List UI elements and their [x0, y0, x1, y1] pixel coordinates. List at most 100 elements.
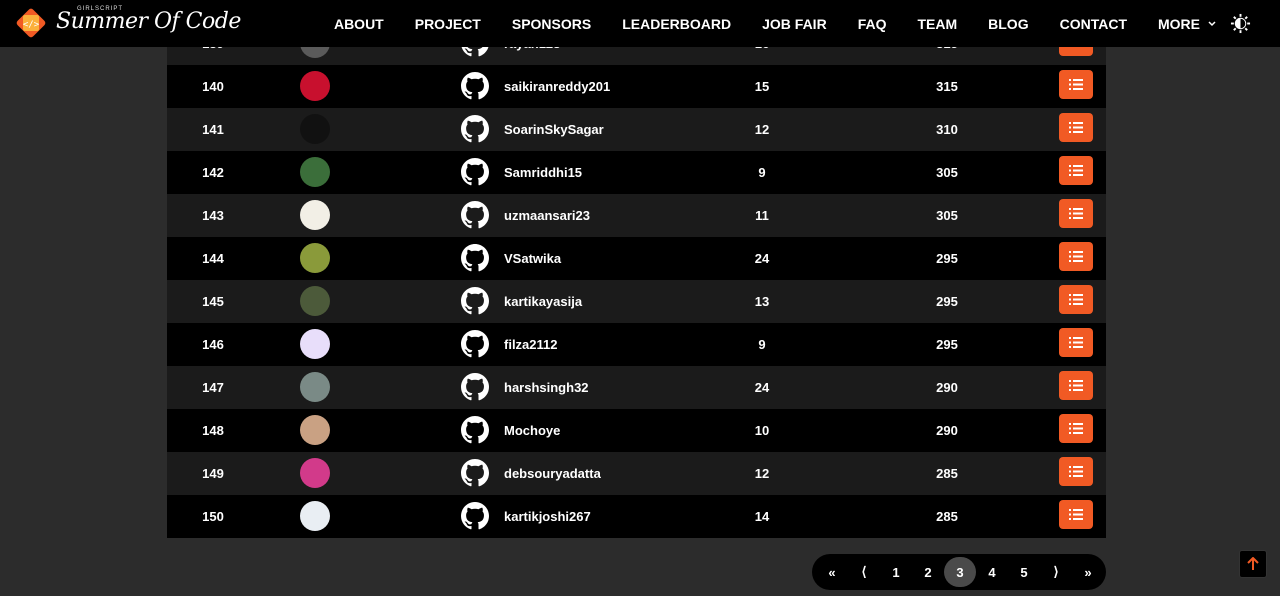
pagination-item[interactable]: 5 [1008, 557, 1040, 587]
list-icon [1069, 466, 1083, 477]
table-row: 148 Mochoye 10 290 [167, 409, 1106, 452]
github-icon[interactable] [461, 115, 489, 143]
table-row: 141 SoarinSkySagar 12 310 [167, 108, 1106, 151]
username-cell[interactable]: saikiranreddy201 [504, 65, 610, 108]
pagination-item[interactable]: ⟨ [848, 557, 880, 587]
nav-faq[interactable]: FAQ [858, 16, 887, 32]
chevron-down-icon [1208, 20, 1216, 26]
pagination-item[interactable]: 4 [976, 557, 1008, 587]
username-cell[interactable]: Samriddhi15 [504, 151, 582, 194]
avatar [300, 114, 330, 144]
details-button[interactable] [1059, 285, 1093, 314]
table-row: 143 uzmaansari23 11 305 [167, 194, 1106, 237]
scroll-to-top-button[interactable] [1239, 550, 1267, 578]
rank-cell: 142 [202, 165, 224, 180]
details-button[interactable] [1059, 414, 1093, 443]
pagination-item[interactable]: « [816, 557, 848, 587]
avatar [300, 157, 330, 187]
points-cell: 285 [936, 509, 958, 524]
points-cell: 290 [936, 423, 958, 438]
nav-leaderboard[interactable]: LEADERBOARD [622, 16, 731, 32]
github-icon[interactable] [461, 244, 489, 272]
details-button[interactable] [1059, 156, 1093, 185]
table-row: 140 saikiranreddy201 15 315 [167, 65, 1106, 108]
nav-blog[interactable]: BLOG [988, 16, 1028, 32]
table-row: 142 Samriddhi15 9 305 [167, 151, 1106, 194]
prs-cell: 10 [754, 423, 770, 438]
pagination-item[interactable]: 1 [880, 557, 912, 587]
details-button[interactable] [1059, 199, 1093, 228]
username-cell[interactable]: kartikayasija [504, 280, 582, 323]
username-cell[interactable]: SoarinSkySagar [504, 108, 604, 151]
username-cell[interactable]: VSatwika [504, 237, 561, 280]
prs-cell: 11 [755, 208, 769, 223]
github-icon[interactable] [461, 201, 489, 229]
avatar [300, 329, 330, 359]
points-cell: 305 [936, 208, 958, 223]
github-icon[interactable] [461, 502, 489, 530]
list-icon [1069, 509, 1083, 520]
prs-cell: 9 [758, 337, 766, 352]
prs-cell: 9 [758, 165, 766, 180]
points-cell: 295 [936, 251, 958, 266]
pagination-item[interactable]: » [1072, 557, 1104, 587]
nav-about[interactable]: ABOUT [334, 16, 384, 32]
pagination-item[interactable]: 3 [944, 557, 976, 587]
rank-cell: 143 [202, 208, 224, 223]
svg-text:</>: </> [23, 20, 40, 30]
github-icon[interactable] [461, 330, 489, 358]
pagination: «⟨ 1 2 3 4 5 ⟩» [812, 554, 1106, 590]
details-button[interactable] [1059, 457, 1093, 486]
points-cell: 285 [936, 466, 958, 481]
details-button[interactable] [1059, 242, 1093, 271]
nav-team[interactable]: TEAM [917, 16, 957, 32]
details-button[interactable] [1059, 70, 1093, 99]
leaderboard-table: 139 rayan123 16 315 140saikiranreddy2011… [167, 22, 1106, 538]
rank-cell: 146 [202, 337, 224, 352]
avatar [300, 71, 330, 101]
nav-sponsors[interactable]: SPONSORS [512, 16, 591, 32]
avatar [300, 243, 330, 273]
details-button[interactable] [1059, 113, 1093, 142]
table-row: 146 filza2112 9 295 [167, 323, 1106, 366]
navbar: </> GIRLSCRIPT Summer Of Code ABOUT PROJ… [0, 0, 1280, 47]
username-cell[interactable]: kartikjoshi267 [504, 495, 591, 538]
username-cell[interactable]: harshsingh32 [504, 366, 589, 409]
github-icon[interactable] [461, 373, 489, 401]
username-cell[interactable]: debsouryadatta [504, 452, 601, 495]
points-cell: 305 [936, 165, 958, 180]
pagination-item[interactable]: ⟩ [1040, 557, 1072, 587]
list-icon [1069, 208, 1083, 219]
rank-cell: 150 [202, 509, 224, 524]
github-icon[interactable] [461, 158, 489, 186]
rank-cell: 141 [202, 122, 224, 137]
nav-job-fair[interactable]: JOB FAIR [762, 16, 827, 32]
github-icon[interactable] [461, 72, 489, 100]
avatar [300, 501, 330, 531]
nav-more-dropdown[interactable]: MORE [1158, 16, 1216, 32]
avatar [300, 286, 330, 316]
sun-icon[interactable] [1230, 13, 1251, 34]
prs-cell: 24 [754, 251, 770, 266]
prs-cell: 24 [754, 380, 770, 395]
list-icon [1069, 423, 1083, 434]
username-cell[interactable]: Mochoye [504, 409, 560, 452]
prs-cell: 12 [754, 466, 770, 481]
pagination-item[interactable]: 2 [912, 557, 944, 587]
table-row: 145 kartikayasija 13 295 [167, 280, 1106, 323]
nav-contact[interactable]: CONTACT [1060, 16, 1127, 32]
rank-cell: 140 [202, 79, 224, 94]
username-cell[interactable]: uzmaansari23 [504, 194, 590, 237]
list-icon [1069, 122, 1083, 133]
github-icon[interactable] [461, 459, 489, 487]
github-icon[interactable] [461, 416, 489, 444]
list-icon [1069, 79, 1083, 90]
details-button[interactable] [1059, 500, 1093, 529]
github-icon[interactable] [461, 287, 489, 315]
arrow-up-icon [1247, 557, 1259, 570]
username-cell[interactable]: filza2112 [504, 323, 558, 366]
details-button[interactable] [1059, 328, 1093, 357]
table-row: 149 debsouryadatta 12 285 [167, 452, 1106, 495]
nav-project[interactable]: PROJECT [415, 16, 481, 32]
details-button[interactable] [1059, 371, 1093, 400]
